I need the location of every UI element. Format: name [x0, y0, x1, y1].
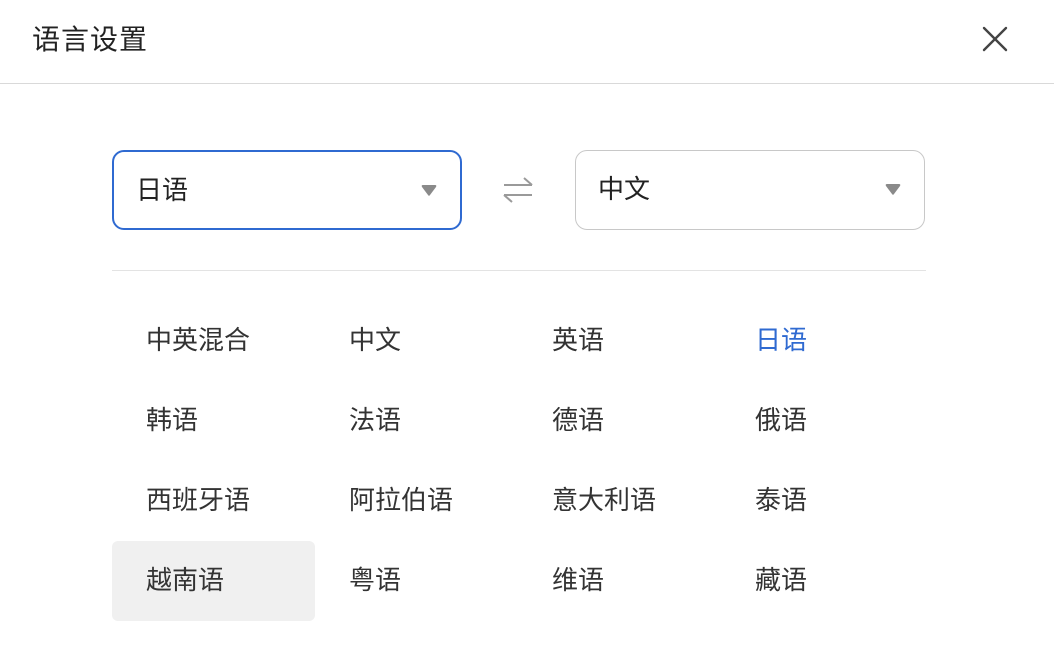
caret-down-icon [421, 185, 437, 196]
language-option[interactable]: 阿拉伯语 [315, 461, 518, 541]
target-language-select[interactable]: 中文 [575, 150, 925, 230]
language-option[interactable]: 维语 [518, 541, 721, 621]
language-option[interactable]: 意大利语 [518, 461, 721, 541]
language-option[interactable]: 泰语 [721, 461, 924, 541]
dialog-header: 语言设置 [0, 0, 1054, 84]
language-option[interactable]: 西班牙语 [112, 461, 315, 541]
language-option[interactable]: 粤语 [315, 541, 518, 621]
language-option[interactable]: 德语 [518, 381, 721, 461]
language-option[interactable]: 中英混合 [112, 301, 315, 381]
target-language-value: 中文 [598, 175, 651, 205]
caret-down-icon [885, 184, 901, 195]
language-grid: 中英混合 中文 英语 日语 韩语 法语 德语 俄语 西班牙语 阿拉伯语 意大利语… [112, 301, 924, 621]
swap-arrows-icon [503, 177, 533, 203]
close-icon [982, 26, 1008, 52]
language-option[interactable]: 中文 [315, 301, 518, 381]
close-button[interactable] [974, 18, 1016, 60]
language-option[interactable]: 藏语 [721, 541, 924, 621]
swap-languages-button[interactable] [498, 172, 538, 208]
source-language-value: 日语 [136, 176, 189, 206]
language-option[interactable]: 英语 [518, 301, 721, 381]
source-language-select[interactable]: 日语 [112, 150, 462, 230]
language-option[interactable]: 日语 [721, 301, 924, 381]
language-option[interactable]: 韩语 [112, 381, 315, 461]
language-settings-dialog: 语言设置 日语 中文 中英混合 中文 英语 日语 韩语 法语 德语 俄语 西班牙… [0, 0, 1054, 656]
divider [112, 270, 926, 271]
dialog-title: 语言设置 [32, 23, 149, 56]
language-option[interactable]: 法语 [315, 381, 518, 461]
language-option[interactable]: 越南语 [112, 541, 315, 621]
language-option[interactable]: 俄语 [721, 381, 924, 461]
